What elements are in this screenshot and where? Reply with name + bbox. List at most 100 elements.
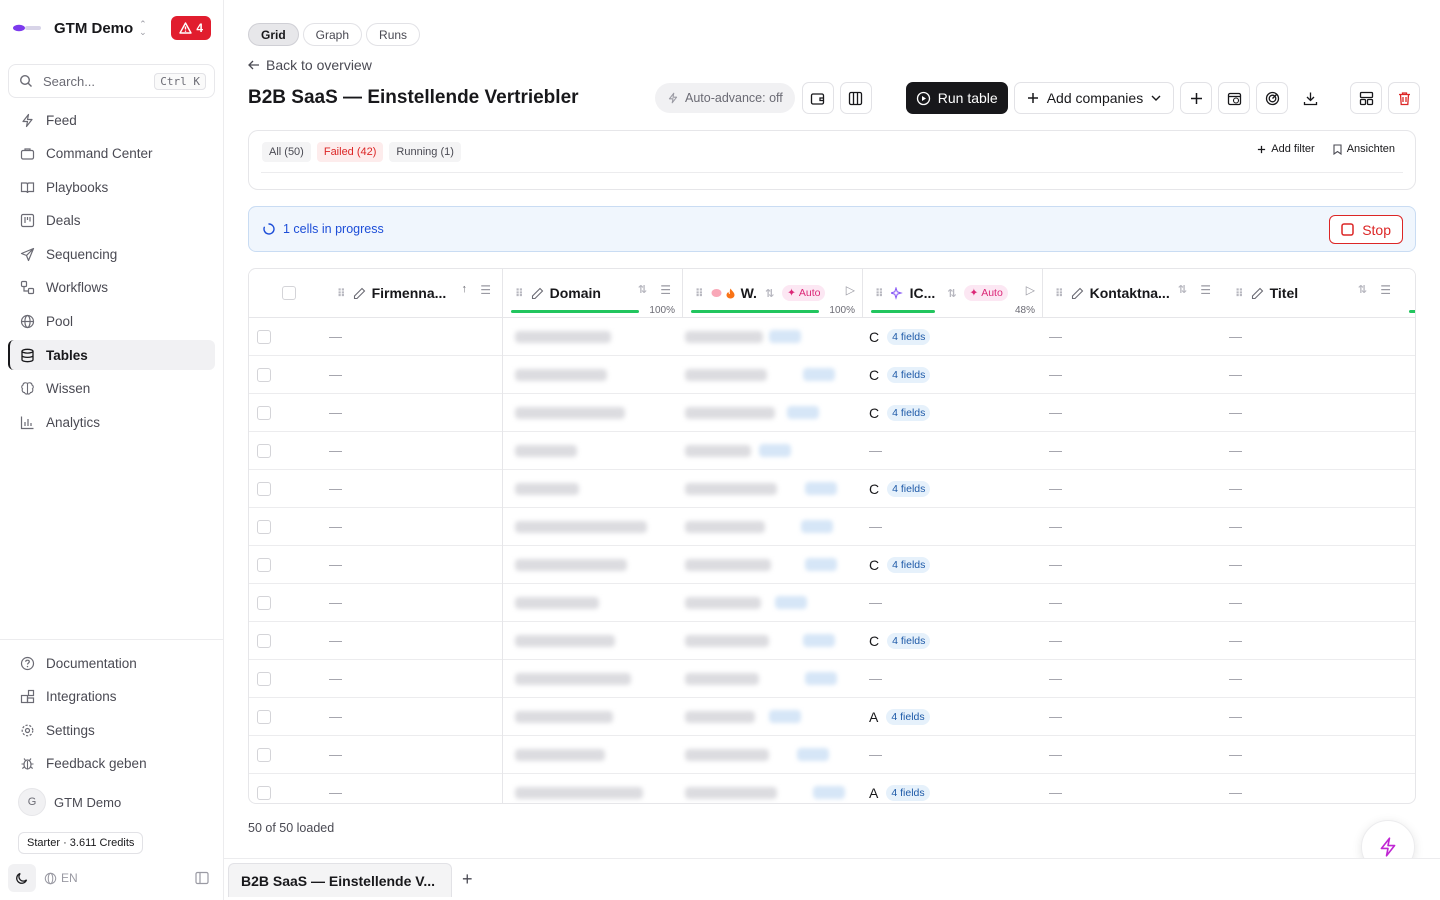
filter-running[interactable]: Running (1) — [389, 142, 461, 162]
cell-firmenname[interactable]: — — [317, 356, 497, 393]
cell-w[interactable] — [685, 432, 861, 469]
drag-handle-icon[interactable]: ⠿ — [875, 287, 884, 300]
columns-button[interactable] — [839, 82, 872, 114]
cell-kontaktname[interactable]: — — [1037, 394, 1217, 431]
filter-all[interactable]: All (50) — [262, 142, 311, 162]
sidebar-collapse-icon[interactable] — [195, 871, 209, 885]
sidebar-item-wissen[interactable]: Wissen — [8, 374, 215, 404]
cell-domain[interactable] — [515, 508, 675, 545]
table-row[interactable]: — — — — — [249, 432, 1415, 470]
row-checkbox[interactable] — [257, 367, 271, 382]
row-checkbox[interactable] — [257, 481, 271, 496]
cell-w[interactable] — [685, 470, 861, 507]
cell-firmenname[interactable]: — — [317, 660, 497, 697]
cell-titel[interactable]: — — [1217, 546, 1397, 583]
cell-w[interactable] — [685, 318, 861, 355]
column-menu-icon[interactable]: ☰ — [480, 283, 491, 297]
cell-domain[interactable] — [515, 736, 675, 773]
table-row[interactable]: — — — — — [249, 660, 1415, 698]
cell-titel[interactable]: — — [1217, 318, 1397, 355]
add-filter-button[interactable]: Add filter — [1257, 143, 1315, 155]
table-row[interactable]: — A 4 fields — — — [249, 774, 1415, 803]
sidebar-item-deals[interactable]: Deals — [8, 206, 215, 236]
sort-icon[interactable]: ⇅ — [947, 287, 956, 300]
cell-titel[interactable]: — — [1217, 622, 1397, 659]
column-menu-icon[interactable]: ☰ — [660, 283, 671, 297]
cell-firmenname[interactable]: — — [317, 470, 497, 507]
cell-w[interactable] — [685, 774, 861, 803]
cell-titel[interactable]: — — [1217, 698, 1397, 735]
auto-advance-toggle[interactable]: Auto-advance: off — [655, 83, 795, 113]
cell-icp[interactable]: — — [869, 660, 1039, 697]
table-row[interactable]: — — — — — [249, 584, 1415, 622]
run-table-button[interactable]: Run table — [905, 82, 1008, 114]
cell-firmenname[interactable]: — — [317, 622, 497, 659]
cell-titel[interactable]: — — [1217, 774, 1397, 803]
sidebar-item-command-center[interactable]: Command Center — [8, 139, 215, 169]
tab-graph[interactable]: Graph — [302, 23, 363, 46]
drag-handle-icon[interactable]: ⠿ — [515, 287, 524, 300]
cell-kontaktname[interactable]: — — [1037, 470, 1217, 507]
table-row[interactable]: — C 4 fields — — — [249, 546, 1415, 584]
sidebar-item-integrations[interactable]: Integrations — [8, 682, 215, 712]
cell-domain[interactable] — [515, 584, 675, 621]
views-button[interactable]: Ansichten — [1333, 143, 1395, 155]
cell-w[interactable] — [685, 584, 861, 621]
cell-w[interactable] — [685, 356, 861, 393]
cell-titel[interactable]: — — [1217, 470, 1397, 507]
row-checkbox[interactable] — [257, 633, 271, 648]
cell-titel[interactable]: — — [1217, 356, 1397, 393]
cell-icp[interactable]: C 4 fields — [869, 356, 1039, 393]
sidebar-item-playbooks[interactable]: Playbooks — [8, 172, 215, 202]
cell-icp[interactable]: — — [869, 432, 1039, 469]
cell-domain[interactable] — [515, 698, 675, 735]
fields-badge[interactable]: 4 fields — [887, 556, 931, 573]
row-checkbox[interactable] — [257, 747, 271, 762]
cell-titel[interactable]: — — [1217, 432, 1397, 469]
column-header-kontaktname[interactable]: ⠿ Kontaktna... ⇅ ☰ — [1043, 269, 1223, 317]
cell-w[interactable] — [685, 660, 861, 697]
cell-w[interactable] — [685, 394, 861, 431]
cell-firmenname[interactable]: — — [317, 584, 497, 621]
select-all-checkbox[interactable] — [282, 286, 296, 300]
sidebar-item-sequencing[interactable]: Sequencing — [8, 239, 215, 269]
column-header-firmenname[interactable]: ⠿ Firmenna... ↑ ☰ — [329, 269, 503, 317]
sort-icon[interactable]: ⇅ — [638, 283, 647, 296]
cell-domain[interactable] — [515, 318, 675, 355]
fields-badge[interactable]: 4 fields — [886, 708, 930, 725]
sidebar-item-feed[interactable]: Feed — [8, 105, 215, 135]
sort-icon[interactable]: ⇅ — [1178, 283, 1187, 296]
cell-icp[interactable]: C 4 fields — [869, 318, 1039, 355]
wallet-button[interactable] — [801, 82, 834, 114]
cell-w[interactable] — [685, 546, 861, 583]
new-tab-button[interactable]: + — [462, 869, 473, 890]
theme-toggle-button[interactable] — [8, 864, 36, 892]
cell-w[interactable] — [685, 622, 861, 659]
table-row[interactable]: — C 4 fields — — — [249, 356, 1415, 394]
cell-firmenname[interactable]: — — [317, 546, 497, 583]
column-menu-icon[interactable]: ☰ — [1380, 283, 1391, 297]
cell-firmenname[interactable]: — — [317, 774, 497, 803]
table-tab[interactable]: B2B SaaS — Einstellende V... — [228, 863, 452, 897]
cell-icp[interactable]: — — [869, 508, 1039, 545]
search-input[interactable]: Search... Ctrl K — [8, 64, 215, 98]
cell-kontaktname[interactable]: — — [1037, 774, 1217, 803]
cell-domain[interactable] — [515, 660, 675, 697]
sidebar-item-analytics[interactable]: Analytics — [8, 407, 215, 437]
filter-failed[interactable]: Failed (42) — [316, 142, 384, 162]
cell-titel[interactable]: — — [1217, 736, 1397, 773]
cell-kontaktname[interactable]: — — [1037, 318, 1217, 355]
tab-runs[interactable]: Runs — [366, 23, 421, 46]
table-row[interactable]: — A 4 fields — — — [249, 698, 1415, 736]
drag-handle-icon[interactable]: ⠿ — [1235, 287, 1244, 300]
cell-titel[interactable]: — — [1217, 508, 1397, 545]
add-companies-button[interactable]: Add companies — [1013, 82, 1175, 114]
cell-kontaktname[interactable]: — — [1037, 736, 1217, 773]
row-checkbox[interactable] — [257, 671, 271, 686]
row-checkbox[interactable] — [257, 785, 271, 800]
cell-icp[interactable]: A 4 fields — [869, 774, 1039, 803]
cell-domain[interactable] — [515, 546, 675, 583]
drag-handle-icon[interactable]: ⠿ — [337, 287, 346, 300]
cell-icp[interactable]: A 4 fields — [869, 698, 1039, 735]
sidebar-item-feedback[interactable]: Feedback geben — [8, 749, 215, 779]
